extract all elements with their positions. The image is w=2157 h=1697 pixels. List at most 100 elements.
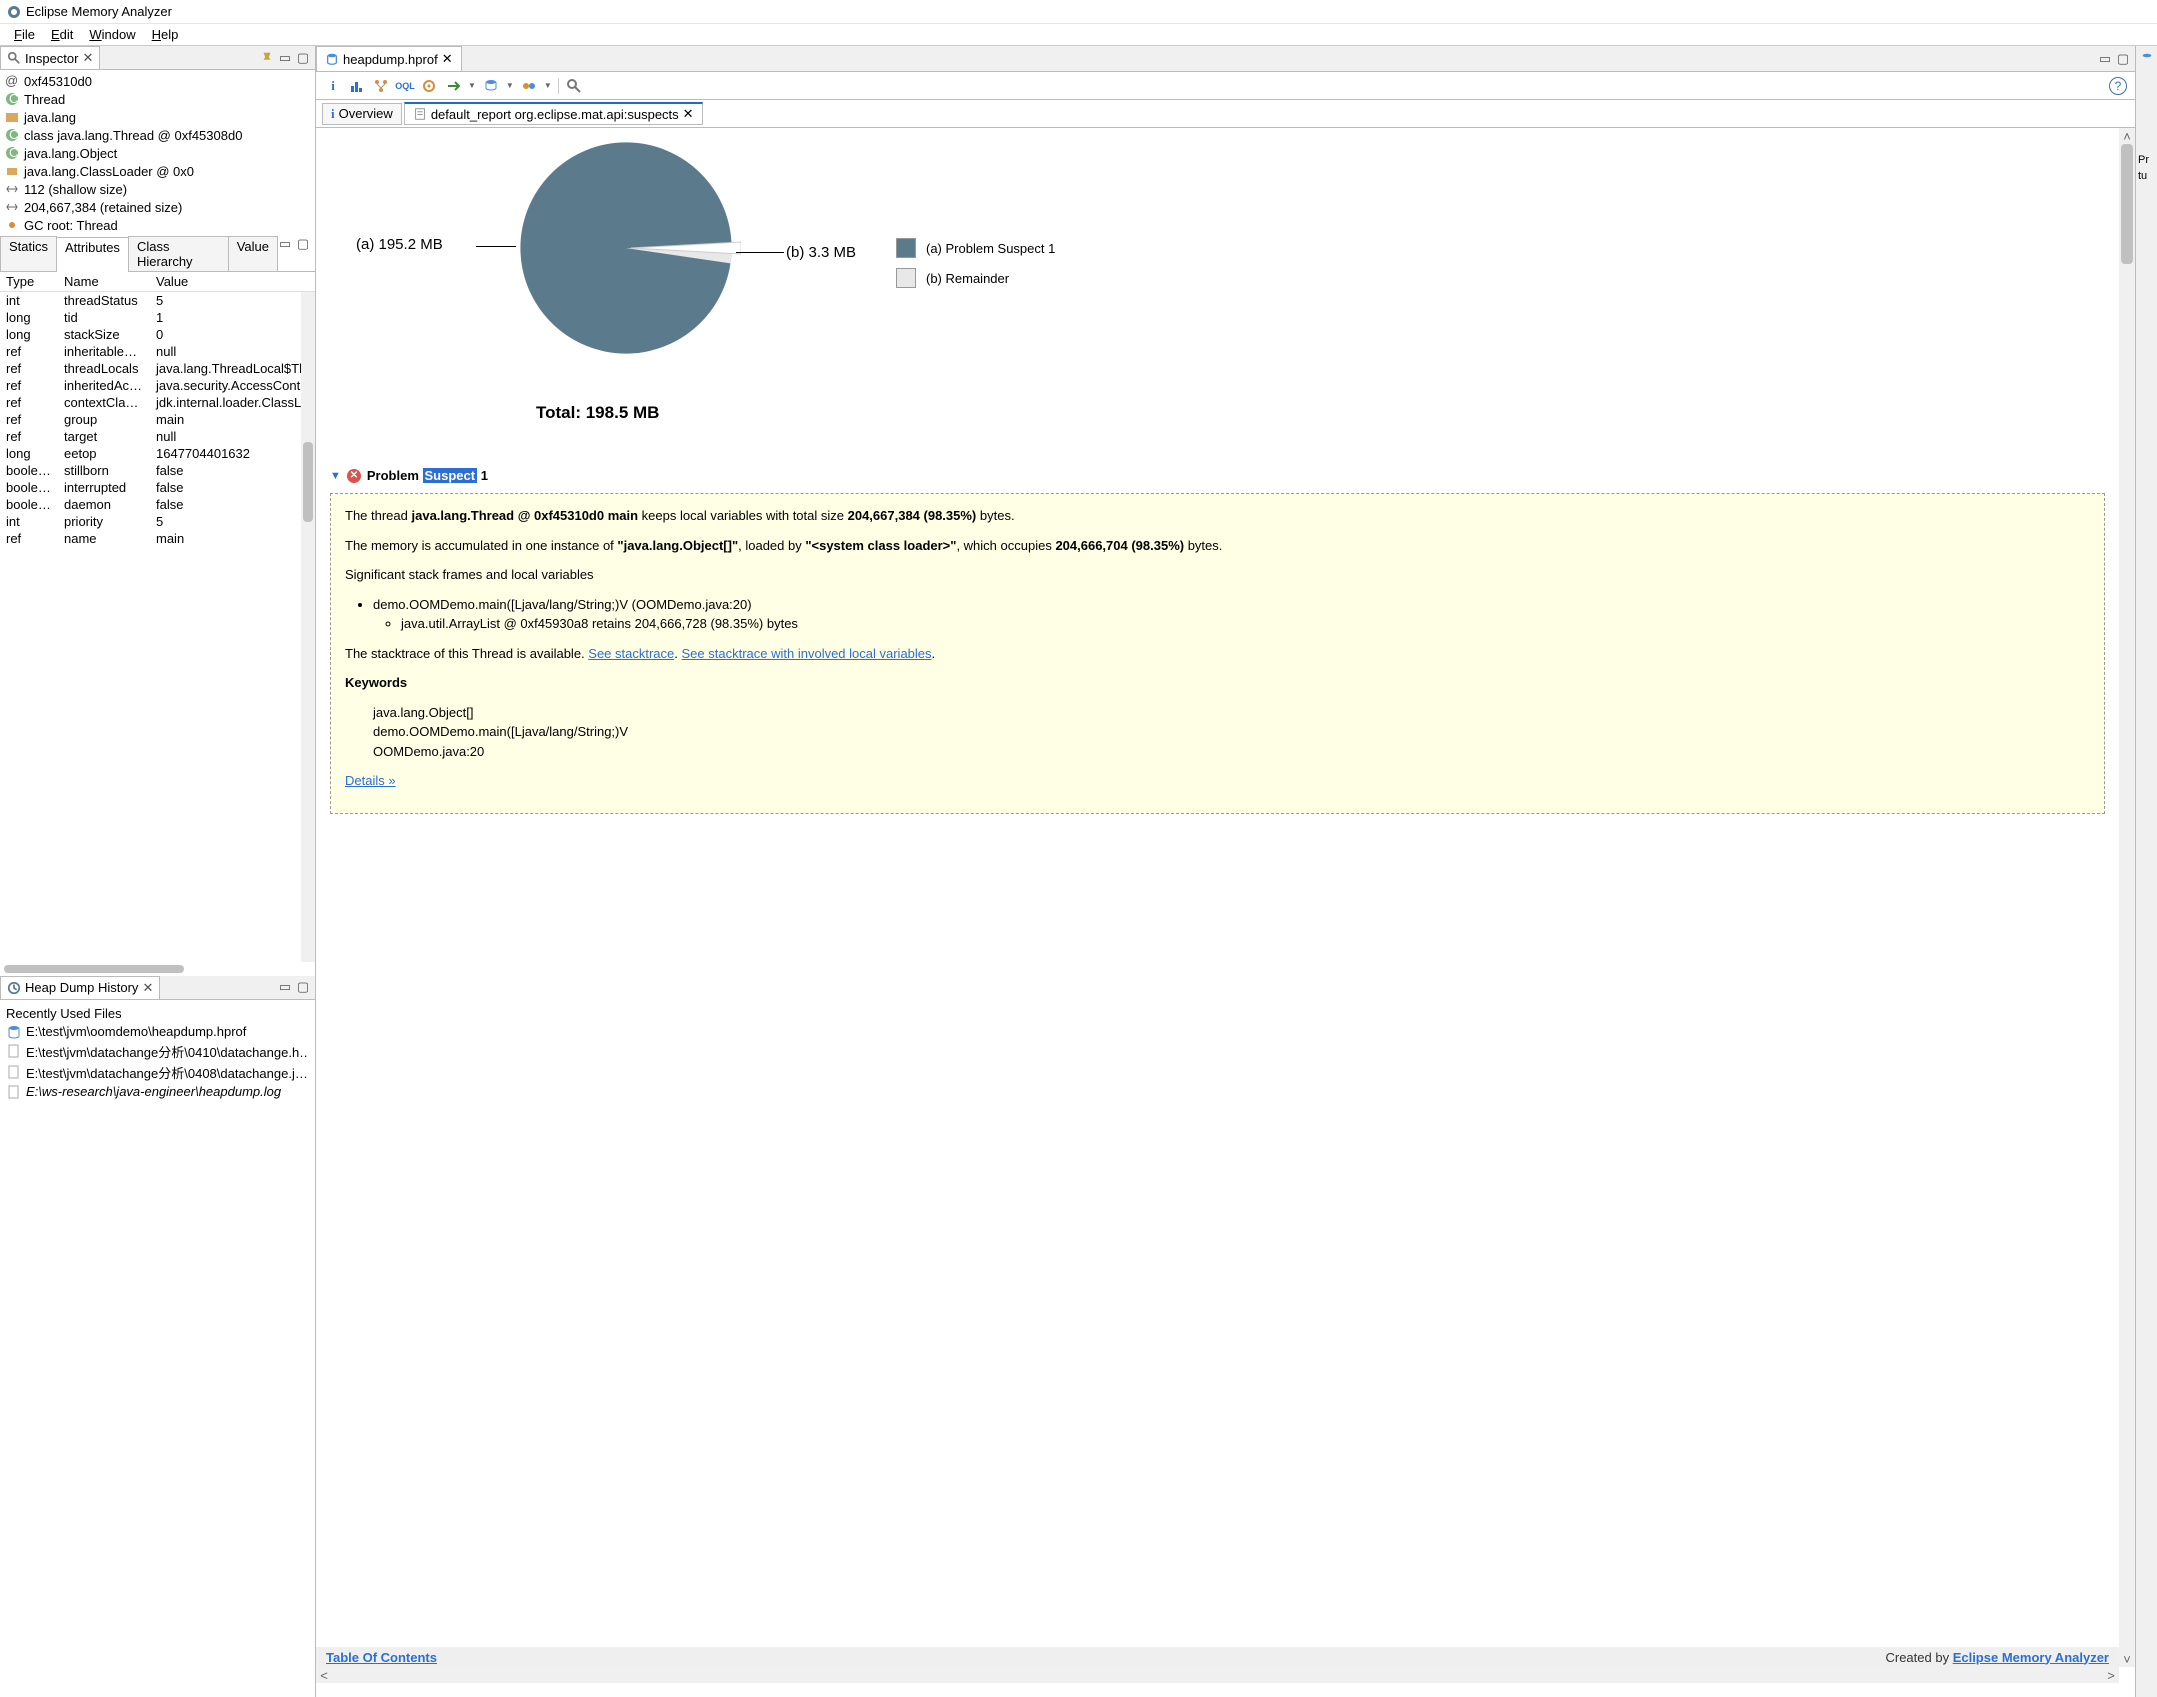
keyword: demo.OOMDemo.main([Ljava/lang/String;)V: [373, 722, 2090, 742]
attr-name: group: [58, 411, 150, 428]
inspector-row[interactable]: 112 (shallow size): [0, 180, 315, 198]
suspect-local-var: java.util.ArrayList @ 0xf45930a8 retains…: [401, 614, 2090, 634]
minimize-icon[interactable]: ▭: [277, 979, 293, 995]
menu-edit[interactable]: Edit: [43, 27, 81, 42]
tab-class-hierarchy[interactable]: Class Hierarchy: [128, 236, 229, 271]
attribute-row[interactable]: refinheritedAcc…java.security.AccessCont: [0, 377, 315, 394]
pin-icon[interactable]: [259, 50, 275, 66]
tree-icon[interactable]: [372, 77, 390, 95]
history-row[interactable]: E:\test\jvm\datachange分析\0410\datachange…: [6, 1041, 309, 1062]
pie-total: Total: 198.5 MB: [536, 403, 659, 423]
maximize-icon[interactable]: ▢: [2115, 51, 2131, 67]
inspector-tab[interactable]: Inspector ✕: [0, 46, 100, 69]
attribute-row[interactable]: refcontextClass…jdk.internal.loader.Clas…: [0, 394, 315, 411]
history-row[interactable]: E:\test\jvm\datachange分析\0408\datachange…: [6, 1062, 309, 1083]
tab-value[interactable]: Value: [228, 236, 278, 271]
attribute-row[interactable]: intthreadStatus5: [0, 292, 315, 310]
error-icon: ✕: [347, 469, 361, 483]
report-hscroll[interactable]: ˂ ˃: [316, 1667, 2119, 1683]
inspector-row[interactable]: 204,667,384 (retained size): [0, 198, 315, 216]
inspector-row[interactable]: Cclass java.lang.Thread @ 0xf45308d0: [0, 126, 315, 144]
histogram-icon[interactable]: [348, 77, 366, 95]
twistie-icon[interactable]: ▼: [330, 470, 341, 482]
link-toc[interactable]: Table Of Contents: [326, 1650, 437, 1665]
close-icon[interactable]: ✕: [683, 106, 694, 122]
attribute-row[interactable]: refinheritableT…null: [0, 343, 315, 360]
attribute-row[interactable]: booleandaemonfalse: [0, 496, 315, 513]
attribute-row[interactable]: booleaninterruptedfalse: [0, 479, 315, 496]
inspector-row[interactable]: java.lang: [0, 108, 315, 126]
suspect-box: The thread java.lang.Thread @ 0xf45310d0…: [330, 493, 2105, 814]
menu-help[interactable]: Help: [144, 27, 187, 42]
inspector-tabbar: Inspector ✕ ▭ ▢: [0, 46, 315, 70]
menu-file[interactable]: File: [6, 27, 43, 42]
history-row[interactable]: E:\ws-research\java-engineer\heapdump.lo…: [6, 1083, 309, 1101]
help-icon[interactable]: ?: [2109, 77, 2127, 95]
minimize-icon[interactable]: ▭: [277, 50, 293, 66]
close-icon[interactable]: ✕: [442, 51, 453, 67]
info-icon: i: [331, 106, 335, 122]
minimize-icon[interactable]: ▭: [277, 236, 293, 252]
legend-swatch-b: [896, 268, 916, 288]
attribute-row[interactable]: refthreadLocalsjava.lang.ThreadLocal$Th: [0, 360, 315, 377]
menu-window[interactable]: Window: [81, 27, 143, 42]
scroll-up-icon[interactable]: ˄: [2119, 128, 2135, 144]
inspector-row-text: GC root: Thread: [24, 218, 118, 233]
inspector-row[interactable]: Cjava.lang.Object: [0, 144, 315, 162]
query-icon[interactable]: [482, 77, 500, 95]
link-created-by[interactable]: Eclipse Memory Analyzer: [1953, 1650, 2109, 1665]
close-icon[interactable]: ✕: [142, 980, 153, 996]
attribute-row[interactable]: booleanstillbornfalse: [0, 462, 315, 479]
hprof-icon[interactable]: [2136, 46, 2157, 72]
attribute-row[interactable]: intpriority5: [0, 513, 315, 530]
attribute-row[interactable]: longtid1: [0, 309, 315, 326]
search-icon[interactable]: [565, 77, 583, 95]
page-tab-report[interactable]: default_report org.eclipse.mat.api:suspe…: [404, 102, 703, 125]
history-tabbar: Heap Dump History ✕ ▭▢: [0, 976, 315, 1000]
attributes-hscroll[interactable]: [0, 962, 315, 976]
maximize-icon[interactable]: ▢: [295, 236, 311, 252]
attribute-row[interactable]: longeetop1647704401632: [0, 445, 315, 462]
suspect-accum-size: 204,666,704 (98.35%): [1055, 538, 1184, 553]
tab-statics[interactable]: Statics: [0, 236, 57, 271]
scroll-left-icon[interactable]: ˂: [316, 1668, 332, 1683]
inspector-row[interactable]: java.lang.ClassLoader @ 0x0: [0, 162, 315, 180]
attribute-row[interactable]: longstackSize0: [0, 326, 315, 343]
size-icon: [4, 199, 20, 215]
minimize-icon[interactable]: ▭: [2097, 51, 2113, 67]
inspector-row[interactable]: @0xf45310d0: [0, 72, 315, 90]
info-icon[interactable]: i: [324, 77, 342, 95]
scroll-thumb[interactable]: [2121, 144, 2133, 264]
right-trim: Pr tu: [2135, 46, 2157, 1697]
history-tab[interactable]: Heap Dump History ✕: [0, 976, 160, 999]
report-vscroll[interactable]: ˄ ˅: [2119, 128, 2135, 1667]
compare-icon[interactable]: [520, 77, 538, 95]
run-report-icon[interactable]: [444, 77, 462, 95]
link-see-stacktrace-vars[interactable]: See stacktrace with involved local varia…: [682, 646, 932, 661]
suspect-heading-pre: Problem: [367, 468, 423, 483]
link-details[interactable]: Details »: [345, 773, 396, 788]
editor-tab[interactable]: heapdump.hprof ✕: [316, 46, 462, 71]
history-row[interactable]: E:\test\jvm\oomdemo\heapdump.hprof: [6, 1023, 309, 1041]
attr-type: ref: [0, 411, 58, 428]
attribute-row[interactable]: refnamemain: [0, 530, 315, 547]
col-name[interactable]: Name: [58, 272, 150, 292]
scroll-down-icon[interactable]: ˅: [2119, 1651, 2135, 1667]
attribute-row[interactable]: reftargetnull: [0, 428, 315, 445]
col-type[interactable]: Type: [0, 272, 58, 292]
maximize-icon[interactable]: ▢: [295, 979, 311, 995]
thread-icon[interactable]: [420, 77, 438, 95]
inspector-row[interactable]: GC root: Thread: [0, 216, 315, 234]
attr-value: 1: [150, 309, 315, 326]
link-see-stacktrace[interactable]: See stacktrace: [588, 646, 674, 661]
maximize-icon[interactable]: ▢: [295, 50, 311, 66]
tab-attributes[interactable]: Attributes: [56, 237, 129, 272]
oql-icon[interactable]: OQL: [396, 77, 414, 95]
col-value[interactable]: Value: [150, 272, 315, 292]
close-icon[interactable]: ✕: [82, 50, 93, 66]
page-tab-overview[interactable]: i Overview: [322, 103, 402, 125]
attribute-row[interactable]: refgroupmain: [0, 411, 315, 428]
attributes-scrollbar[interactable]: [301, 292, 315, 962]
inspector-row[interactable]: CThread: [0, 90, 315, 108]
scroll-right-icon[interactable]: ˃: [2103, 1668, 2119, 1683]
